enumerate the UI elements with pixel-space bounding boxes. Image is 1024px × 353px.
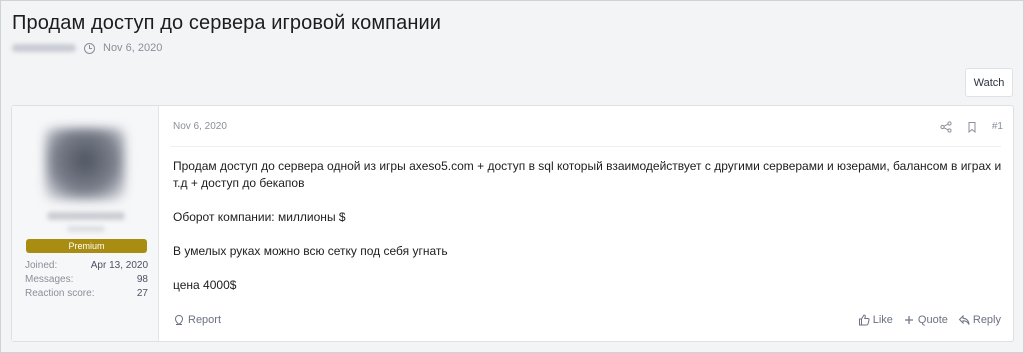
post-paragraph: В умелых руках можно всю сетку под себя … (173, 244, 448, 258)
stat-label: Joined: (25, 259, 58, 271)
post-footer: Report Like Quote Reply (173, 312, 1001, 328)
post-paragraph: цена 4000$ (173, 278, 237, 292)
stat-value: 98 (136, 273, 148, 285)
stat-value: 27 (136, 287, 148, 299)
stat-label: Reaction score: (25, 287, 95, 299)
thread-date[interactable]: Nov 6, 2020 (103, 42, 162, 54)
page-frame: Продам доступ до сервера игровой компани… (0, 0, 1024, 353)
thread-meta: Nov 6, 2020 (12, 41, 162, 55)
stat-reaction-score: Reaction score: 27 (25, 286, 148, 300)
reply-icon (958, 314, 970, 325)
user-stats: Joined: Apr 13, 2020 Messages: 98 Reacti… (25, 258, 148, 300)
thread-author-redacted (12, 44, 76, 52)
quote-label: Quote (917, 314, 948, 326)
report-label: Report (188, 314, 222, 326)
post-paragraph: Оборот компании: миллионы $ (173, 210, 346, 224)
post-date[interactable]: Nov 6, 2020 (173, 121, 227, 132)
stat-joined: Joined: Apr 13, 2020 (25, 258, 148, 272)
share-icon[interactable] (940, 120, 952, 133)
username-redacted[interactable] (47, 212, 125, 220)
post-content-cell: Nov 6, 2020 #1 Продам доступ до сервера … (159, 106, 1013, 341)
stat-label: Messages: (25, 273, 74, 285)
post-tools: #1 (940, 120, 1003, 133)
report-button[interactable]: Report (173, 314, 221, 326)
reply-label: Reply (972, 314, 1001, 326)
post: Premium Joined: Apr 13, 2020 Messages: 9… (11, 105, 1014, 342)
like-button[interactable]: Like (858, 314, 893, 326)
watch-button[interactable]: Watch (965, 68, 1013, 97)
user-title-redacted (67, 226, 105, 232)
avatar[interactable] (45, 128, 125, 200)
thumbs-up-icon (858, 314, 870, 326)
thread-title: Продам доступ до сервера игровой компани… (12, 12, 442, 34)
bookmark-icon[interactable] (966, 121, 978, 133)
like-label: Like (872, 314, 893, 326)
post-footer-left: Report (173, 314, 221, 326)
post-user-cell: Premium Joined: Apr 13, 2020 Messages: 9… (12, 106, 159, 341)
flag-icon (174, 314, 184, 326)
post-paragraph: Продам доступ до сервера одной из игры a… (173, 159, 1002, 190)
quote-button[interactable]: Quote (903, 314, 948, 326)
premium-badge: Premium (26, 239, 147, 253)
post-number[interactable]: #1 (992, 121, 1003, 132)
post-header-divider (171, 146, 1001, 147)
post-body: Продам доступ до сервера одной из игры a… (173, 158, 1003, 311)
clock-icon (84, 42, 95, 54)
reply-button[interactable]: Reply (958, 314, 1001, 326)
post-footer-right: Like Quote Reply (858, 314, 1001, 326)
stat-messages: Messages: 98 (25, 272, 148, 286)
plus-icon (904, 316, 913, 324)
stat-value: Apr 13, 2020 (90, 259, 148, 271)
